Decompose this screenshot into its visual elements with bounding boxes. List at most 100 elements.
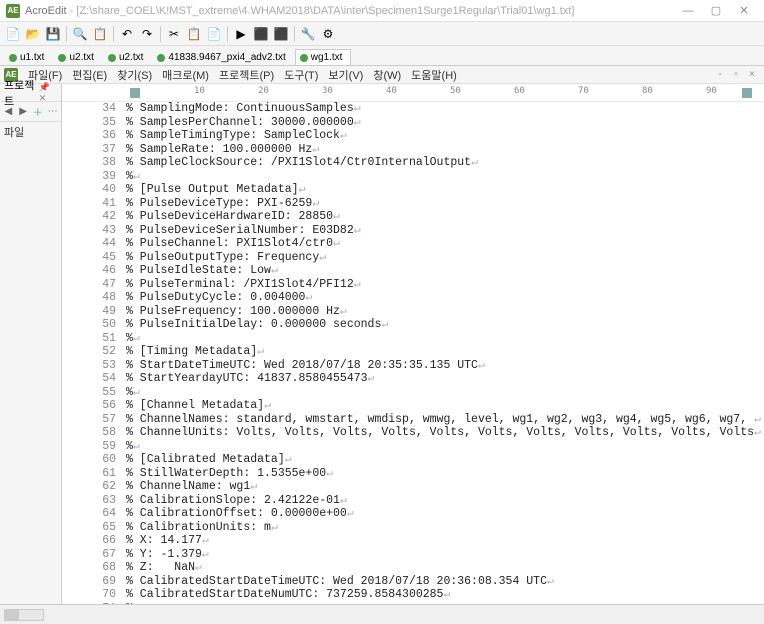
toolbar-button-0[interactable]: 📄 [4, 25, 22, 43]
code-line[interactable]: 41% PulseDeviceType: PXI-6259↵ [62, 197, 764, 211]
line-text[interactable]: % PulseChannel: PXI1Slot4/ctr0↵ [126, 237, 764, 251]
code-line[interactable]: 55%↵ [62, 386, 764, 400]
menu-매크로(M)[interactable]: 매크로(M) [157, 70, 214, 82]
menu-도구(T)[interactable]: 도구(T) [279, 70, 323, 82]
code-line[interactable]: 66% X: 14.177↵ [62, 534, 764, 548]
line-text[interactable]: %↵ [126, 386, 764, 400]
code-area[interactable]: 34% SamplingMode: ContinuousSamples↵35% … [62, 102, 764, 604]
line-text[interactable]: %↵ [126, 602, 764, 605]
menu-찾기(S)[interactable]: 찾기(S) [112, 70, 157, 82]
toolbar-button-1[interactable]: 📂 [24, 25, 42, 43]
tab-u1.txt[interactable]: u1.txt [4, 49, 53, 65]
line-text[interactable]: % StillWaterDepth: 1.5355e+00↵ [126, 467, 764, 481]
toolbar-button-12[interactable]: 📄 [205, 25, 223, 43]
line-text[interactable]: % CalibrationUnits: m↵ [126, 521, 764, 535]
line-text[interactable]: % StartYeardayUTC: 41837.8580455473↵ [126, 372, 764, 386]
line-text[interactable]: % PulseTerminal: /PXI1Slot4/PFI12↵ [126, 278, 764, 292]
line-text[interactable]: % CalibrationOffset: 0.00000e+00↵ [126, 507, 764, 521]
menu-보기(V)[interactable]: 보기(V) [323, 70, 368, 82]
code-line[interactable]: 60% [Calibrated Metadata]↵ [62, 453, 764, 467]
code-line[interactable]: 57% ChannelNames: standard, wmstart, wmd… [62, 413, 764, 427]
line-text[interactable]: % [Calibrated Metadata]↵ [126, 453, 764, 467]
code-line[interactable]: 35% SamplesPerChannel: 30000.000000↵ [62, 116, 764, 130]
line-text[interactable]: % PulseDutyCycle: 0.004000↵ [126, 291, 764, 305]
code-line[interactable]: 44% PulseChannel: PXI1Slot4/ctr0↵ [62, 237, 764, 251]
tab-u2.txt[interactable]: u2.txt [103, 49, 152, 65]
toolbar-button-4[interactable]: 🔍 [71, 25, 89, 43]
line-text[interactable]: %↵ [126, 170, 764, 184]
code-line[interactable]: 50% PulseInitialDelay: 0.000000 seconds↵ [62, 318, 764, 332]
line-text[interactable]: % PulseDeviceType: PXI-6259↵ [126, 197, 764, 211]
tab-41838.9467_pxi4_adv2.txt[interactable]: 41838.9467_pxi4_adv2.txt [152, 49, 294, 65]
line-text[interactable]: % ChannelNames: standard, wmstart, wmdis… [126, 413, 764, 427]
mdi-close[interactable]: × [744, 69, 760, 80]
code-line[interactable]: 53% StartDateTimeUTC: Wed 2018/07/18 20:… [62, 359, 764, 373]
ruler-marker[interactable] [742, 88, 752, 98]
line-text[interactable]: %↵ [126, 440, 764, 454]
toolbar-button-15[interactable]: ⬛ [252, 25, 270, 43]
sidebar-add-icon[interactable]: ＋ [32, 105, 45, 119]
code-line[interactable]: 40% [Pulse Output Metadata]↵ [62, 183, 764, 197]
line-text[interactable]: % SampleClockSource: /PXI1Slot4/Ctr0Inte… [126, 156, 764, 170]
line-text[interactable]: % CalibratedStartDateNumUTC: 737259.8584… [126, 588, 764, 602]
code-line[interactable]: 64% CalibrationOffset: 0.00000e+00↵ [62, 507, 764, 521]
code-line[interactable]: 67% Y: -1.379↵ [62, 548, 764, 562]
code-line[interactable]: 65% CalibrationUnits: m↵ [62, 521, 764, 535]
toolbar-button-8[interactable]: ↷ [138, 25, 156, 43]
code-line[interactable]: 38% SampleClockSource: /PXI1Slot4/Ctr0In… [62, 156, 764, 170]
line-text[interactable]: %↵ [126, 332, 764, 346]
menu-도움말(H)[interactable]: 도움말(H) [406, 70, 462, 82]
horizontal-scrollbar[interactable] [4, 609, 44, 621]
ruler-marker[interactable] [130, 88, 140, 98]
code-line[interactable]: 62% ChannelName: wg1↵ [62, 480, 764, 494]
line-text[interactable]: % PulseInitialDelay: 0.000000 seconds↵ [126, 318, 764, 332]
sidebar-more-icon[interactable]: ⋯ [46, 105, 59, 119]
toolbar-button-2[interactable]: 💾 [44, 25, 62, 43]
toolbar-button-11[interactable]: 📋 [185, 25, 203, 43]
code-line[interactable]: 43% PulseDeviceSerialNumber: E03D82↵ [62, 224, 764, 238]
window-maximize[interactable]: ▢ [702, 2, 730, 20]
code-line[interactable]: 48% PulseDutyCycle: 0.004000↵ [62, 291, 764, 305]
code-line[interactable]: 34% SamplingMode: ContinuousSamples↵ [62, 102, 764, 116]
code-line[interactable]: 51%↵ [62, 332, 764, 346]
code-line[interactable]: 37% SampleRate: 100.000000 Hz↵ [62, 143, 764, 157]
tab-wg1.txt[interactable]: wg1.txt [295, 49, 352, 65]
line-text[interactable]: % Z: NaN↵ [126, 561, 764, 575]
code-line[interactable]: 69% CalibratedStartDateTimeUTC: Wed 2018… [62, 575, 764, 589]
menu-프로젝트(P)[interactable]: 프로젝트(P) [214, 70, 279, 82]
menu-편집(E)[interactable]: 편집(E) [67, 70, 112, 82]
line-text[interactable]: % StartDateTimeUTC: Wed 2018/07/18 20:35… [126, 359, 764, 373]
toolbar-button-18[interactable]: 🔧 [299, 25, 317, 43]
menu-창(W)[interactable]: 창(W) [368, 70, 406, 82]
toolbar-button-5[interactable]: 📋 [91, 25, 109, 43]
mdi-minimize[interactable]: - [712, 69, 728, 80]
code-line[interactable]: 56% [Channel Metadata]↵ [62, 399, 764, 413]
line-text[interactable]: % PulseDeviceSerialNumber: E03D82↵ [126, 224, 764, 238]
line-text[interactable]: % CalibrationSlope: 2.42122e-01↵ [126, 494, 764, 508]
line-text[interactable]: % [Pulse Output Metadata]↵ [126, 183, 764, 197]
toolbar-button-14[interactable]: ▶ [232, 25, 250, 43]
toolbar-button-19[interactable]: ⚙ [319, 25, 337, 43]
code-line[interactable]: 61% StillWaterDepth: 1.5355e+00↵ [62, 467, 764, 481]
code-line[interactable]: 39%↵ [62, 170, 764, 184]
tab-u2.txt[interactable]: u2.txt [53, 49, 102, 65]
code-line[interactable]: 52% [Timing Metadata]↵ [62, 345, 764, 359]
code-line[interactable]: 45% PulseOutputType: Frequency↵ [62, 251, 764, 265]
line-text[interactable]: % [Timing Metadata]↵ [126, 345, 764, 359]
window-minimize[interactable]: — [674, 2, 702, 20]
code-line[interactable]: 68% Z: NaN↵ [62, 561, 764, 575]
code-line[interactable]: 42% PulseDeviceHardwareID: 28850↵ [62, 210, 764, 224]
line-text[interactable]: % X: 14.177↵ [126, 534, 764, 548]
code-line[interactable]: 49% PulseFrequency: 100.000000 Hz↵ [62, 305, 764, 319]
toolbar-button-16[interactable]: ⬛ [272, 25, 290, 43]
line-text[interactable]: % SamplesPerChannel: 30000.000000↵ [126, 116, 764, 130]
line-text[interactable]: % PulseOutputType: Frequency↵ [126, 251, 764, 265]
line-text[interactable]: % Y: -1.379↵ [126, 548, 764, 562]
line-text[interactable]: % SampleRate: 100.000000 Hz↵ [126, 143, 764, 157]
code-line[interactable]: 47% PulseTerminal: /PXI1Slot4/PFI12↵ [62, 278, 764, 292]
toolbar-button-7[interactable]: ↶ [118, 25, 136, 43]
line-text[interactable]: % ChannelUnits: Volts, Volts, Volts, Vol… [126, 426, 764, 440]
line-text[interactable]: % ChannelName: wg1↵ [126, 480, 764, 494]
line-text[interactable]: % PulseIdleState: Low↵ [126, 264, 764, 278]
line-text[interactable]: % SamplingMode: ContinuousSamples↵ [126, 102, 764, 116]
